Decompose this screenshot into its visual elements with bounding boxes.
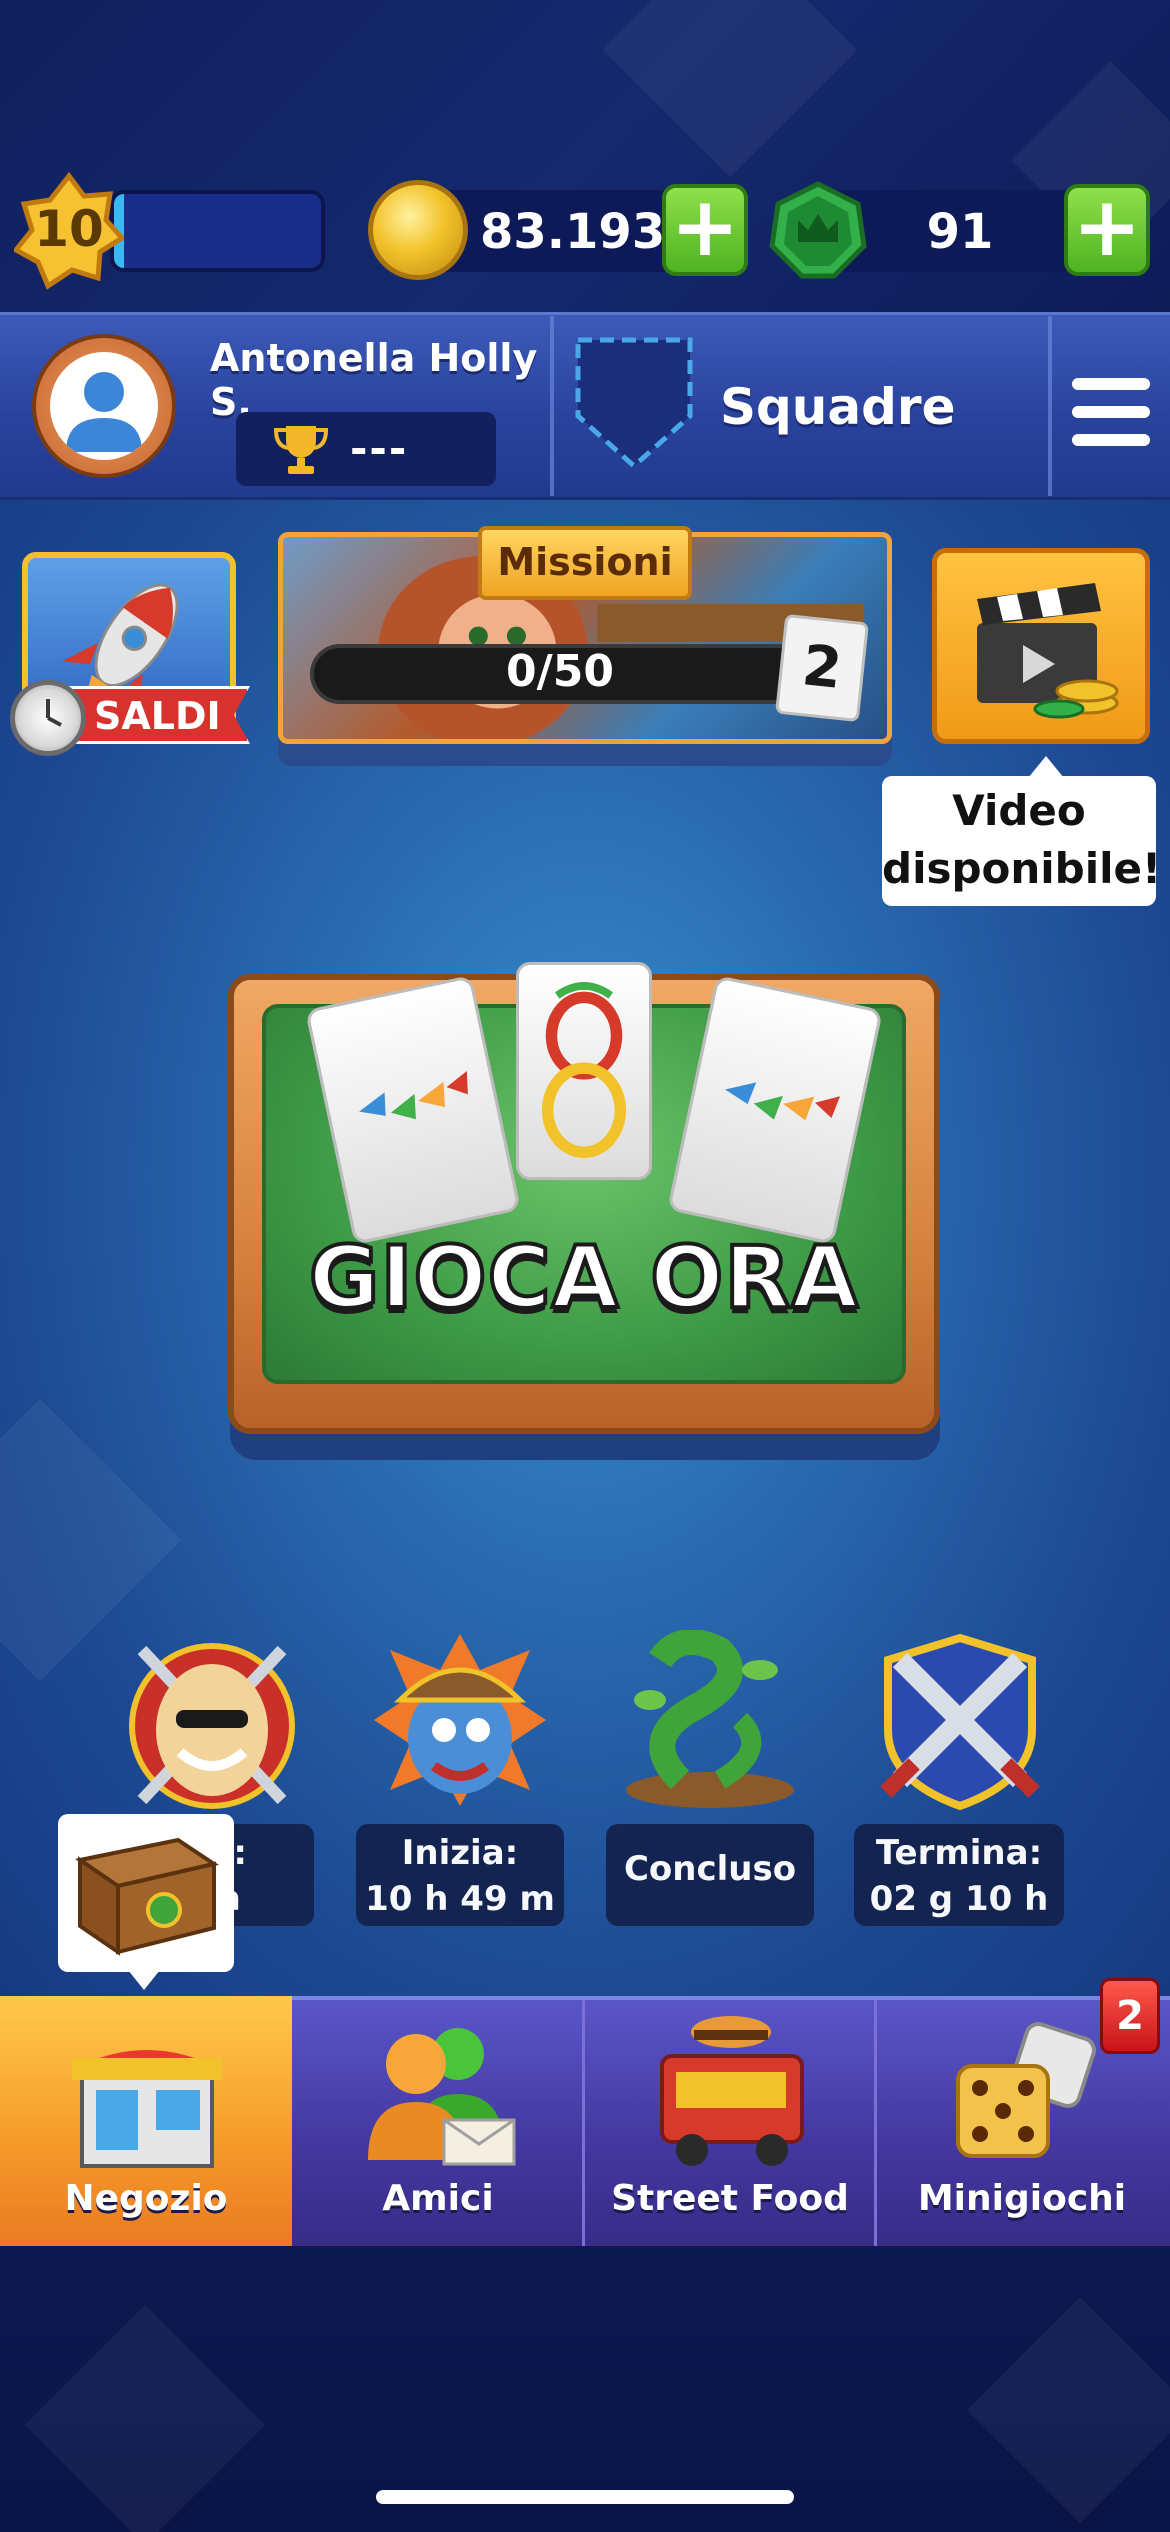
menu-icon[interactable] [1072,434,1150,446]
menu-icon[interactable] [1072,406,1150,418]
shop-tooltip-arrow [128,1970,160,1990]
wooden-chest-icon [74,1837,219,1956]
chef-icon[interactable] [122,1630,302,1810]
food-truck-icon [660,2016,804,2166]
nav-label-minigames: Minigiochi [917,2178,1127,2219]
crossed-swords-icon[interactable] [870,1630,1050,1810]
gem-amount: 91 [926,204,994,260]
timer-clock-icon [10,680,86,756]
event-timer-2[interactable]: Inizia: 10 h 49 m [356,1824,564,1926]
event-timer-2-line2: 10 h 49 m [365,1879,555,1919]
clapperboard-icon [977,583,1119,719]
minigames-notification-badge: 2 [1100,1978,1160,2054]
video-tooltip-arrow [1028,756,1064,778]
event-timer-4[interactable]: Termina: 02 g 10 h [854,1824,1064,1926]
profile-divider [1048,316,1052,496]
shop-chest-tooltip[interactable] [58,1814,234,1972]
friends-icon [368,2028,516,2166]
crown-gem-icon [769,181,867,279]
video-tooltip-line1: Video [952,786,1086,835]
player-name[interactable]: Antonella Holly S. [210,336,550,424]
profile-divider [550,316,554,496]
event-timer-4-line2: 02 g 10 h [869,1879,1049,1919]
coin-icon [368,180,468,280]
missions-progress-text: 0/50 [506,646,614,697]
nav-label-shop: Negozio [64,2178,228,2219]
dice-icon [956,2022,1096,2158]
teams-button[interactable]: Squadre [720,378,956,436]
user-icon [66,372,142,452]
missions-card-count: 2 [775,613,869,723]
nav-label-friends: Amici [382,2178,494,2219]
coin-amount: 83.193 [480,204,666,260]
video-tooltip-text: Video disponibile! [882,782,1162,898]
trophy-icon [273,426,329,474]
pirate-icon[interactable] [370,1630,550,1810]
video-tooltip-line2: disponibile! [882,844,1162,893]
level-progress-bar[interactable] [110,190,325,272]
event-timer-3-line1: Concluso [623,1849,797,1889]
watch-video-button[interactable] [932,548,1150,744]
beanstalk-icon[interactable] [620,1630,800,1810]
sale-label: SALDI [94,694,221,738]
playing-card-center [516,962,652,1180]
event-timer-3[interactable]: Concluso [606,1824,814,1926]
event-timer-2-line1: Inizia: [401,1833,519,1873]
trophy-value: --- [350,424,409,473]
missions-title: Missioni [478,526,692,600]
nav-label-street-food: Street Food [611,2178,849,2219]
team-shield-icon[interactable] [574,336,694,470]
buy-gems-button[interactable]: + [1064,184,1150,276]
avatar-image [50,352,158,460]
home-indicator[interactable] [376,2490,794,2504]
menu-icon[interactable] [1072,378,1150,390]
play-now-label: GIOCA ORA [307,1226,860,1330]
shop-icon [72,2050,222,2168]
level-number: 10 [34,200,104,258]
event-timer-4-line1: Termina: [875,1833,1043,1873]
eight-of-clubs-icon [541,982,627,1158]
buy-coins-button[interactable]: + [662,184,748,276]
